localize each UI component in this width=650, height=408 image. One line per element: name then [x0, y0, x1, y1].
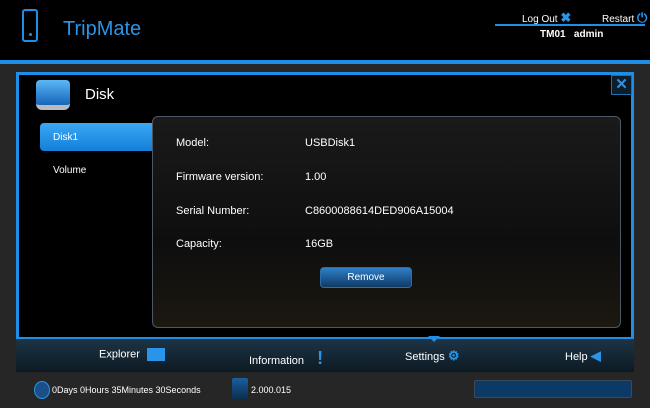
capacity-label: Capacity: — [176, 238, 222, 250]
power-icon: ⏻ — [637, 10, 648, 25]
device-name: TM01 — [540, 29, 566, 40]
header-divider — [0, 60, 650, 64]
username: admin — [573, 29, 604, 40]
firmware-value: 1.00 — [305, 171, 327, 183]
phone-wifi-icon — [22, 9, 38, 42]
model-value: USBDisk1 — [305, 137, 356, 149]
model-label: Model: — [176, 137, 210, 149]
close-button[interactable]: ✕ — [611, 75, 632, 95]
nav-help[interactable]: Help ◀ — [565, 348, 601, 364]
remove-button[interactable]: Remove — [320, 267, 412, 288]
nav-information-label: Information — [249, 355, 305, 367]
active-indicator — [428, 336, 440, 342]
nav-settings-label: Settings — [405, 351, 445, 363]
uptime-text: 0Days 0Hours 35Minutes 30Seconds — [52, 385, 201, 395]
nav-information[interactable]: Information ! — [249, 348, 323, 369]
status-bar-field — [474, 380, 632, 398]
exclamation-icon: ! — [317, 348, 324, 368]
nav-help-label: Help — [565, 351, 588, 363]
header-rule — [495, 24, 645, 26]
x-icon: ✖ — [560, 10, 572, 25]
nav-explorer-label: Explorer — [99, 348, 140, 361]
nav-explorer[interactable]: Explorer — [99, 348, 166, 361]
version-text: 2.000.015 — [251, 385, 292, 395]
tab-volume[interactable]: Volume — [53, 165, 86, 176]
gear-icon: ⚙ — [447, 348, 460, 363]
nav-settings[interactable]: Settings ⚙ — [405, 348, 459, 364]
brand-title: TripMate — [63, 18, 142, 40]
folder-icon — [147, 348, 166, 361]
arrow-left-icon: ◀ — [590, 348, 601, 363]
dialog-title: Disk — [85, 86, 115, 103]
stopwatch-icon — [34, 381, 50, 399]
serial-label: Serial Number: — [176, 205, 250, 217]
capacity-value: 16GB — [305, 238, 334, 250]
tab-disk1[interactable]: Disk1 — [40, 123, 154, 151]
firmware-label: Firmware version: — [176, 171, 264, 183]
user-info: TM01 admin — [540, 29, 603, 40]
hard-disk-icon — [36, 80, 70, 110]
disk-info-panel — [152, 116, 621, 328]
firmware-box-icon — [232, 378, 248, 400]
serial-value: C8600088614DED906A15004 — [305, 205, 454, 217]
